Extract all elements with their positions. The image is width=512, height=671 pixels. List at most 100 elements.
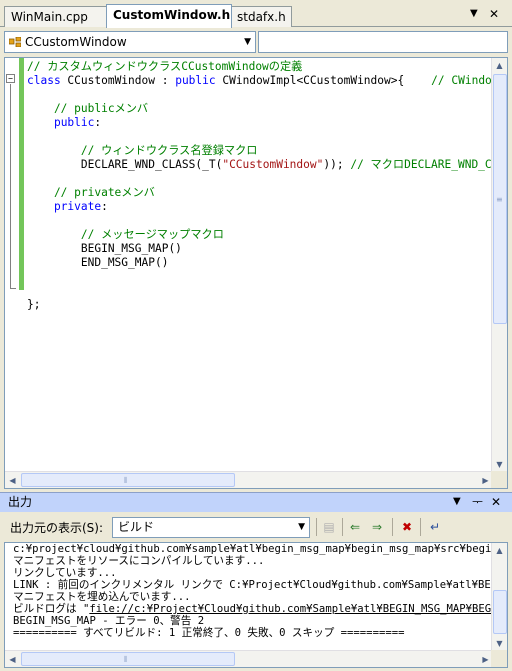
- code-keyword: public: [53, 116, 95, 129]
- go-to-next-message-icon[interactable]: ⇒: [368, 518, 386, 536]
- grip-icon: ⦀: [124, 476, 128, 485]
- scrollbar-corner: [491, 471, 507, 488]
- output-line: ========== すべてリビルド: 1 正常終了、0 失敗、0 スキップ =…: [13, 627, 405, 639]
- go-to-previous-message-icon[interactable]: ⇐: [346, 518, 364, 536]
- scroll-thumb[interactable]: [21, 473, 235, 487]
- tab-stdafx-h[interactable]: stdafx.h: [230, 6, 292, 27]
- pin-icon[interactable]: ᅮ: [472, 493, 483, 511]
- code-keyword: private: [53, 200, 102, 213]
- fold-collapse-icon[interactable]: −: [6, 74, 15, 83]
- output-toolbar: 出力元の表示(S): ビルド ▼ ▤ ⇐ ⇒ ✖ ↵: [0, 512, 512, 542]
- output-source-label: 出力元の表示(S):: [10, 521, 104, 535]
- output-vertical-scrollbar[interactable]: ▲ ▼: [491, 543, 507, 651]
- code-text: BEGIN_MSG_MAP(): [27, 242, 182, 255]
- toggle-word-wrap-icon[interactable]: ↵: [426, 518, 444, 536]
- close-document-icon[interactable]: ✕: [489, 7, 499, 21]
- code-line[interactable]: BEGIN_MSG_MAP(): [27, 242, 182, 256]
- fold-end-line: [10, 288, 16, 289]
- code-line[interactable]: // メッセージマップマクロ: [27, 228, 224, 242]
- scrollbar-corner: [491, 650, 507, 667]
- grip-icon: ⦀: [124, 655, 128, 664]
- close-icon[interactable]: ✕: [491, 493, 501, 511]
- tab-customwindow-h[interactable]: CustomWindow.h: [106, 4, 232, 28]
- tab-list-dropdown-icon[interactable]: ▼: [470, 7, 478, 21]
- member-combo[interactable]: [258, 31, 508, 53]
- window-position-icon[interactable]: ▼: [453, 493, 461, 511]
- code-comment: // メッセージマップマクロ: [27, 228, 224, 241]
- code-line[interactable]: END_MSG_MAP(): [27, 256, 169, 270]
- code-line[interactable]: // ウィンドウクラス名登録マクロ: [27, 144, 258, 158]
- output-text[interactable]: c:¥project¥cloud¥github.com¥sample¥atl¥b…: [13, 543, 495, 651]
- code-line[interactable]: };: [27, 298, 40, 312]
- code-line[interactable]: private:: [27, 200, 108, 214]
- output-source-combo[interactable]: ビルド ▼: [112, 517, 310, 538]
- chevron-down-icon[interactable]: ▼: [298, 518, 305, 537]
- find-message-in-code-icon[interactable]: ▤: [320, 518, 338, 536]
- output-line: LINK : 前回のインクリメンタル リンクで C:¥Project¥Cloud…: [13, 579, 495, 591]
- code-comment: // CWindowImpl: [431, 74, 493, 87]
- scroll-down-icon[interactable]: ▼: [492, 457, 507, 472]
- output-pane-title: 出力: [8, 495, 33, 509]
- class-combo-value: CCustomWindow: [25, 35, 127, 49]
- output-line: リンクしています...: [13, 567, 117, 579]
- toolbar-separator: [316, 518, 317, 536]
- code-line[interactable]: // privateメンバ: [27, 186, 155, 200]
- code-text: };: [27, 298, 41, 311]
- scroll-left-icon[interactable]: ◀: [5, 473, 20, 488]
- code-line[interactable]: public:: [27, 116, 101, 130]
- code-comment: // カスタムウィンドウクラスCCustomWindowの定義: [27, 60, 303, 73]
- code-text: CCustomWindow :: [60, 74, 176, 87]
- scroll-thumb[interactable]: [493, 590, 507, 634]
- code-keyword: public: [175, 74, 216, 87]
- output-line: マニフェストを埋め込んでいます...: [13, 591, 191, 603]
- code-string: "CCustomWindow": [222, 158, 324, 171]
- editor-gutter: −: [5, 58, 25, 472]
- document-tab-strip: WinMain.cpp CustomWindow.h stdafx.h ▼ ✕: [0, 0, 512, 28]
- class-icon: [9, 37, 21, 47]
- output-line: c:¥project¥cloud¥github.com¥sample¥atl¥b…: [13, 543, 495, 555]
- scroll-thumb[interactable]: [21, 652, 235, 666]
- code-text: DECLARE_WND_CLASS(_T(: [27, 158, 223, 171]
- clear-all-icon[interactable]: ✖: [398, 518, 416, 536]
- grip-icon: ≡: [496, 195, 503, 204]
- change-tracking-bar: [19, 58, 24, 290]
- code-area[interactable]: // カスタムウィンドウクラスCCustomWindowの定義 class CCu…: [27, 58, 493, 472]
- code-text: END_MSG_MAP(): [27, 256, 169, 269]
- code-line[interactable]: class CCustomWindow : public CWindowImpl…: [27, 74, 493, 88]
- code-editor[interactable]: − // カスタムウィンドウクラスCCustomWindowの定義 class C…: [4, 57, 508, 489]
- output-line: BEGIN_MSG_MAP - エラー 0、警告 2: [13, 615, 205, 627]
- navigation-bar: CCustomWindow ▼: [0, 28, 512, 56]
- scroll-up-icon[interactable]: ▲: [492, 58, 507, 73]
- code-line[interactable]: // カスタムウィンドウクラスCCustomWindowの定義: [27, 60, 302, 74]
- code-keyword: class: [27, 74, 61, 87]
- code-comment: // privateメンバ: [27, 186, 155, 199]
- output-source-value: ビルド: [118, 520, 155, 534]
- class-combo[interactable]: CCustomWindow ▼: [4, 31, 256, 53]
- output-line: マニフェストをリソースにコンパイルしています...: [13, 555, 265, 567]
- code-text: :: [94, 116, 102, 129]
- code-text: CWindowImpl<CCustomWindow>{: [215, 74, 432, 87]
- code-comment: // ウィンドウクラス名登録マクロ: [27, 144, 258, 157]
- editor-vertical-scrollbar[interactable]: ▲ ≡ ▼: [491, 58, 507, 472]
- toolbar-separator: [392, 518, 393, 536]
- scroll-down-icon[interactable]: ▼: [492, 636, 507, 651]
- output-window[interactable]: c:¥project¥cloud¥github.com¥sample¥atl¥b…: [4, 542, 508, 668]
- code-line[interactable]: // publicメンバ: [27, 102, 148, 116]
- output-horizontal-scrollbar[interactable]: ◀ ⦀ ▶: [5, 650, 493, 667]
- fold-line: [10, 84, 11, 288]
- code-comment: // publicメンバ: [27, 102, 149, 115]
- editor-horizontal-scrollbar[interactable]: ◀ ⦀ ▶: [5, 471, 493, 488]
- scroll-left-icon[interactable]: ◀: [5, 652, 20, 667]
- output-pane-title-bar[interactable]: 出力 ▼ ᅮ ✕: [0, 492, 512, 512]
- scroll-up-icon[interactable]: ▲: [492, 543, 507, 558]
- toolbar-separator: [420, 518, 421, 536]
- chevron-down-icon[interactable]: ▼: [244, 32, 251, 52]
- tab-winmain-cpp[interactable]: WinMain.cpp: [4, 6, 108, 27]
- code-text: :: [101, 200, 108, 213]
- build-log-link[interactable]: ビルドログは "file://c:¥Project¥Cloud¥github.c…: [13, 603, 495, 615]
- code-line[interactable]: DECLARE_WND_CLASS(_T("CCustomWindow")); …: [27, 158, 493, 172]
- code-text: ));: [323, 158, 351, 171]
- code-comment: // マクロDECLARE_WND_CLASS: [350, 158, 493, 171]
